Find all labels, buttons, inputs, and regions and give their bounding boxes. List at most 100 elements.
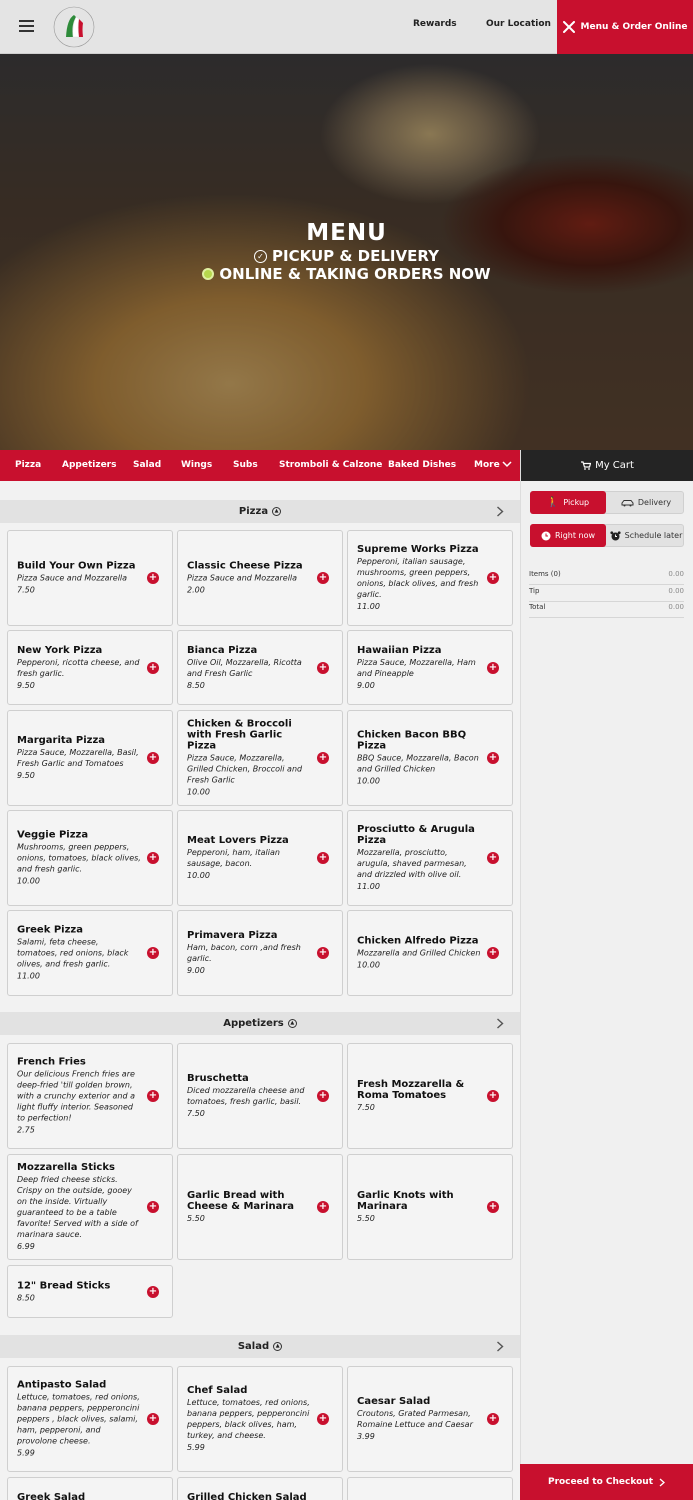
menu-item-card[interactable]: Greek Pizza Salami, feta cheese, tomatoes…: [7, 910, 173, 996]
add-item-icon[interactable]: +: [487, 947, 499, 959]
menu-item-card[interactable]: Margarita Pizza Pizza Sauce, Mozzarella, …: [7, 710, 173, 806]
category-tab-subs[interactable]: Subs: [233, 460, 258, 470]
add-item-icon[interactable]: +: [147, 1201, 159, 1213]
menu-item-card[interactable]: Chicken & Broccoli with Fresh Garlic Piz…: [177, 710, 343, 806]
category-tab-more[interactable]: More: [474, 460, 500, 470]
menu-item-card[interactable]: Chicken Alfredo Pizza Mozzarella and Gril…: [347, 910, 513, 996]
add-item-icon[interactable]: +: [317, 661, 329, 674]
add-item-icon[interactable]: +: [487, 572, 499, 584]
summary-items-row: Items (0) 0.00: [529, 570, 684, 585]
nav-location-link[interactable]: Our Location: [486, 19, 551, 29]
add-item-icon[interactable]: +: [147, 947, 159, 959]
add-item-icon[interactable]: +: [487, 852, 499, 864]
pickup-option[interactable]: 🚶 Pickup: [530, 491, 606, 514]
pizzeria-logo[interactable]: [52, 5, 96, 49]
cart-title: My Cart: [595, 460, 634, 471]
menu-item-info: Chicken & Broccoli with Fresh Garlic Piz…: [187, 719, 311, 798]
add-item-icon[interactable]: +: [147, 572, 159, 584]
menu-item-price: 5.50: [357, 1214, 375, 1223]
menu-item-name: Chicken Bacon BBQ Pizza: [357, 729, 467, 752]
category-tab-wings[interactable]: Wings: [181, 460, 212, 470]
menu-item-card[interactable]: Primavera Pizza Ham, bacon, corn ,and fre…: [177, 910, 343, 996]
add-item-icon[interactable]: +: [317, 1090, 329, 1102]
add-item-icon[interactable]: +: [317, 852, 329, 864]
menu-item-card[interactable]: French Fries Our delicious French fries a…: [7, 1043, 173, 1149]
hero-title: MENU: [306, 220, 387, 246]
chevron-right-icon[interactable]: [496, 1341, 504, 1352]
menu-item-card[interactable]: Supreme Works Pizza Pepperoni, italian sa…: [347, 530, 513, 626]
menu-item-info: New York Pizza Pepperoni, ricotta cheese,…: [17, 645, 141, 691]
proceed-to-checkout-button[interactable]: Proceed to Checkout: [520, 1464, 693, 1500]
category-tab-stromboli-calzone[interactable]: Stromboli & Calzone: [279, 460, 382, 470]
add-item-icon[interactable]: +: [487, 661, 499, 674]
add-item-icon[interactable]: +: [147, 1285, 159, 1298]
menu-item-card[interactable]: Meat Lovers Pizza Pepperoni, ham, italian…: [177, 810, 343, 906]
menu-item-info: Greek Pizza Salami, feta cheese, tomatoes…: [17, 925, 141, 982]
menu-item-description: Our delicious French fries are deep-frie…: [17, 1069, 135, 1123]
delivery-option[interactable]: Delivery: [608, 491, 684, 514]
section-header-pizza[interactable]: Pizza ▲: [0, 500, 520, 523]
schedule-later-option[interactable]: Schedule later: [608, 524, 684, 547]
collapse-icon[interactable]: ▲: [287, 1019, 297, 1028]
category-tab-salad[interactable]: Salad: [133, 460, 161, 470]
menu-item-card[interactable]: Veggie Pizza Mushrooms, green peppers, on…: [7, 810, 173, 906]
summary-items-value: 0.00: [668, 570, 684, 578]
menu-item-price: 9.00: [357, 680, 375, 690]
category-tab-appetizers[interactable]: Appetizers: [62, 460, 116, 470]
add-item-icon[interactable]: +: [147, 661, 159, 674]
add-item-icon[interactable]: +: [317, 572, 329, 584]
menu-item-card[interactable]: Classic Cheese Pizza Pizza Sauce and Mozz…: [177, 530, 343, 626]
menu-item-card[interactable]: Prosciutto & Arugula Pizza Mozzarella, pr…: [347, 810, 513, 906]
menu-item-card[interactable]: Fresh Mozzarella & Roma Tomatoes 7.50 +: [347, 1043, 513, 1149]
add-item-icon[interactable]: +: [487, 1090, 499, 1102]
menu-item-card[interactable]: Build Your Own Pizza Pizza Sauce and Mozz…: [7, 530, 173, 626]
right-now-option[interactable]: Right now: [530, 524, 606, 547]
menu-item-card[interactable]: [347, 1477, 513, 1500]
chevron-right-icon[interactable]: [496, 506, 504, 517]
menu-item-card[interactable]: Garlic Knots with Marinara 5.50 +: [347, 1154, 513, 1260]
nav-rewards-link[interactable]: Rewards: [413, 19, 457, 29]
menu-item-card[interactable]: New York Pizza Pepperoni, ricotta cheese,…: [7, 630, 173, 705]
menu-item-info: Hawaiian Pizza Pizza Sauce, Mozzarella, H…: [357, 645, 481, 691]
add-item-icon[interactable]: +: [487, 752, 499, 764]
pickup-label: Pickup: [563, 498, 590, 507]
section-header-appetizers[interactable]: Appetizers ▲: [0, 1012, 520, 1035]
menu-item-card[interactable]: Chef Salad Lettuce, tomatoes, red onions,…: [177, 1366, 343, 1472]
hero-online-line: ONLINE & TAKING ORDERS NOW: [0, 265, 693, 283]
chevron-down-icon[interactable]: [502, 460, 512, 468]
add-item-icon[interactable]: +: [487, 1201, 499, 1213]
menu-item-name: Bianca Pizza: [187, 644, 258, 656]
add-item-icon[interactable]: +: [317, 1201, 329, 1213]
category-tab-baked-dishes[interactable]: Baked Dishes: [388, 460, 456, 470]
menu-item-card[interactable]: 12" Bread Sticks 8.50 +: [7, 1265, 173, 1318]
section-header-salad[interactable]: Salad ▲: [0, 1335, 520, 1358]
chevron-right-icon[interactable]: [496, 1018, 504, 1029]
right-now-label: Right now: [554, 531, 596, 540]
section-title: Appetizers: [223, 1018, 284, 1029]
menu-order-online-button[interactable]: Menu & Order Online: [557, 0, 693, 54]
menu-icon[interactable]: [19, 20, 34, 33]
collapse-icon[interactable]: ▲: [273, 1342, 283, 1351]
menu-item-card[interactable]: Hawaiian Pizza Pizza Sauce, Mozzarella, H…: [347, 630, 513, 705]
collapse-icon[interactable]: ▲: [272, 507, 282, 516]
menu-item-card[interactable]: Mozzarella Sticks Deep fried cheese stick…: [7, 1154, 173, 1260]
add-item-icon[interactable]: +: [147, 852, 159, 864]
menu-item-card[interactable]: Antipasto Salad Lettuce, tomatoes, red on…: [7, 1366, 173, 1472]
menu-item-card[interactable]: Chicken Bacon BBQ Pizza BBQ Sauce, Mozzar…: [347, 710, 513, 806]
add-item-icon[interactable]: +: [147, 1413, 159, 1425]
add-item-icon[interactable]: +: [317, 947, 329, 959]
menu-item-card[interactable]: Grilled Chicken Salad: [177, 1477, 343, 1500]
add-item-icon[interactable]: +: [147, 752, 159, 764]
menu-item-description: Croutons, Grated Parmesan, Romaine Lettu…: [357, 1409, 473, 1429]
menu-item-card[interactable]: Caesar Salad Croutons, Grated Parmesan, R…: [347, 1366, 513, 1472]
menu-item-card[interactable]: Bianca Pizza Olive Oil, Mozzarella, Ricot…: [177, 630, 343, 705]
menu-item-card[interactable]: Garlic Bread with Cheese & Marinara 5.50 +: [177, 1154, 343, 1260]
add-item-icon[interactable]: +: [487, 1413, 499, 1425]
add-item-icon[interactable]: +: [147, 1090, 159, 1102]
add-item-icon[interactable]: +: [317, 1413, 329, 1425]
menu-item-description: Pepperoni, ricotta cheese, and fresh gar…: [17, 657, 140, 678]
menu-item-card[interactable]: Greek Salad: [7, 1477, 173, 1500]
menu-item-card[interactable]: Bruschetta Diced mozzarella cheese and to…: [177, 1043, 343, 1149]
category-tab-pizza[interactable]: Pizza: [15, 460, 41, 470]
add-item-icon[interactable]: +: [317, 752, 329, 764]
